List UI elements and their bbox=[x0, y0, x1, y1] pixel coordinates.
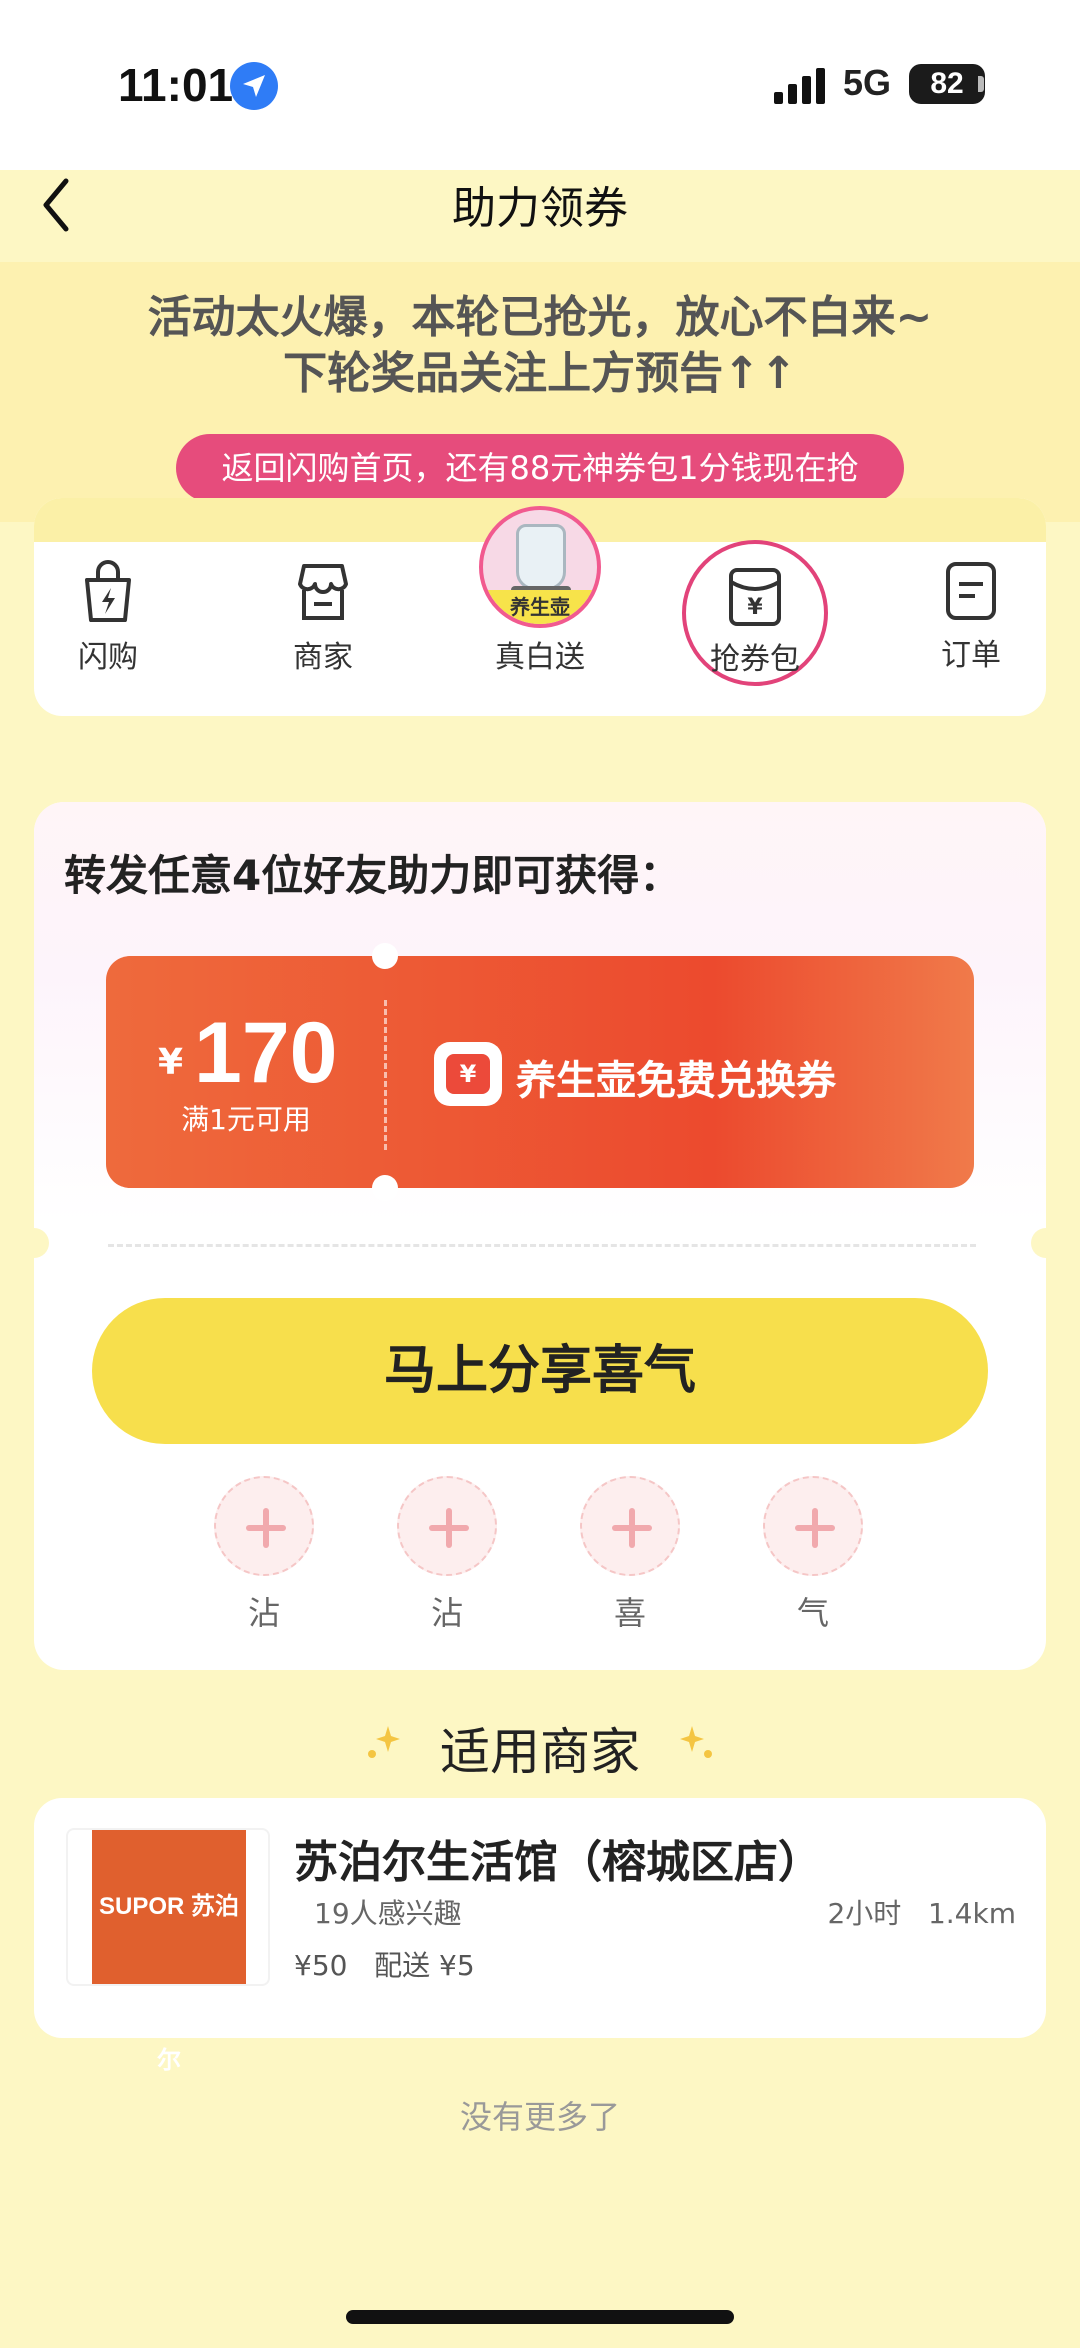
notice-line-2: 下轮奖品关注上方预告↑↑ bbox=[283, 348, 797, 399]
share-button[interactable]: 马上分享喜气 bbox=[92, 1298, 988, 1444]
card-notch-right bbox=[1031, 1228, 1061, 1258]
page-title: 助力领券 bbox=[452, 183, 628, 234]
tab-free-label: 真白送 bbox=[495, 640, 585, 675]
add-helper-icon bbox=[397, 1476, 497, 1576]
tab-free-gift[interactable]: 养生壶 真白送 bbox=[465, 506, 615, 676]
tab-orders[interactable]: 订单 bbox=[896, 560, 1046, 674]
add-helper-icon bbox=[214, 1476, 314, 1576]
coupon-name: 养生壶免费兑换券 bbox=[516, 1058, 836, 1104]
coupon-bag-icon: ¥ bbox=[729, 568, 781, 626]
coupon-condition: 满1元可用 bbox=[181, 1103, 311, 1136]
helper-slot[interactable]: 沾 bbox=[214, 1476, 314, 1634]
sold-out-notice: 活动太火爆，本轮已抢光，放心不白来~ 下轮奖品关注上方预告↑↑ bbox=[0, 290, 1080, 402]
store-icon bbox=[298, 564, 348, 620]
tab-shop[interactable]: 商家 bbox=[248, 560, 398, 676]
flash-sale-banner[interactable]: 返回闪购首页，还有88元神券包1分钱现在抢 bbox=[176, 434, 904, 502]
add-helper-icon bbox=[763, 1476, 863, 1576]
card-divider bbox=[108, 1244, 976, 1247]
sparkle-icon bbox=[680, 1726, 712, 1758]
tab-coupon-pack[interactable]: ¥ 抢券包 bbox=[682, 540, 828, 686]
coupon-ticket: ¥ 170 满1元可用 ¥ 养生壶免费兑换券 bbox=[106, 943, 974, 1201]
coupon-amount: 170 bbox=[194, 1005, 338, 1101]
tab-shop-label: 商家 bbox=[293, 640, 353, 675]
helper-label: 喜 bbox=[613, 1594, 646, 1632]
battery-cap bbox=[978, 76, 984, 92]
svg-text:¥: ¥ bbox=[747, 595, 763, 620]
tab-flash-sale[interactable]: 闪购 bbox=[33, 560, 183, 676]
network-type: 5G bbox=[843, 62, 892, 103]
merchant-distance: 2小时 1.4km bbox=[827, 1897, 1016, 1930]
coupon-divider bbox=[384, 1000, 387, 1150]
battery-icon: 82 bbox=[909, 64, 985, 104]
coupon-value: ¥ 170 满1元可用 bbox=[106, 956, 386, 1188]
voucher-icon: ¥ bbox=[434, 1042, 502, 1106]
helper-slot[interactable]: 喜 bbox=[580, 1476, 680, 1634]
kettle-body bbox=[516, 524, 566, 590]
home-indicator bbox=[346, 2310, 734, 2324]
order-icon bbox=[946, 562, 996, 620]
tab-coupon-label: 抢券包 bbox=[710, 642, 800, 677]
end-of-list: 没有更多了 bbox=[459, 2098, 620, 2136]
status-time: 11:01 bbox=[118, 59, 234, 111]
tab-orders-label: 订单 bbox=[941, 638, 1001, 673]
signal-icon bbox=[774, 68, 825, 104]
section-title: 适用商家 bbox=[440, 1723, 640, 1781]
helper-slot[interactable]: 沾 bbox=[397, 1476, 497, 1634]
kettle-tag: 养生壶 bbox=[483, 590, 597, 624]
back-icon[interactable] bbox=[30, 175, 90, 235]
merchant-fees: ¥50 配送 ¥5 bbox=[294, 1949, 475, 1982]
card-notch-left bbox=[19, 1228, 49, 1258]
helper-label: 沾 bbox=[247, 1594, 280, 1632]
helper-slot[interactable]: 气 bbox=[763, 1476, 863, 1634]
merchant-interest: 19人感兴趣 bbox=[314, 1897, 462, 1930]
voucher-icon-symbol: ¥ bbox=[446, 1054, 490, 1094]
invite-title: 转发任意4位好友助力即可获得： bbox=[64, 851, 682, 900]
merchant-logo: SUPOR 苏泊尔 bbox=[92, 1830, 246, 2074]
location-icon bbox=[230, 62, 278, 110]
shopping-bag-icon bbox=[85, 560, 131, 622]
helper-label: 沾 bbox=[430, 1594, 463, 1632]
coupon-currency: ¥ bbox=[158, 1042, 184, 1083]
add-helper-icon bbox=[580, 1476, 680, 1576]
kettle-product-image: 养生壶 bbox=[479, 506, 601, 628]
notice-line-1: 活动太火爆，本轮已抢光，放心不白来~ bbox=[147, 292, 933, 343]
merchant-name: 苏泊尔生活馆（榕城区店） bbox=[294, 1837, 822, 1888]
invite-card bbox=[34, 802, 1046, 1670]
helper-label: 气 bbox=[796, 1594, 829, 1632]
tab-flash-label: 闪购 bbox=[78, 640, 138, 675]
